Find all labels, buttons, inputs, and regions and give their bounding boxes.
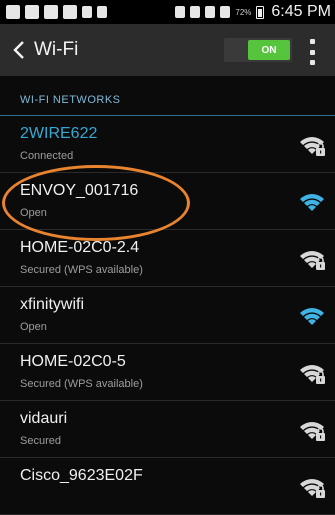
wifi-secured-icon <box>300 137 325 156</box>
lock-icon <box>316 370 325 384</box>
action-bar: Wi-Fi ON <box>0 24 335 76</box>
battery-percent: 72% <box>235 7 252 17</box>
lock-icon <box>316 256 325 270</box>
network-name: Cisco_9623E02F <box>20 467 143 484</box>
network-status: Connected <box>20 150 74 162</box>
network-name: ENVOY_001716 <box>20 182 139 199</box>
network-row-0[interactable]: 2WIRE622 Connected <box>0 116 335 173</box>
wifi-secured-icon <box>300 251 325 270</box>
notification-icon-1 <box>6 5 20 19</box>
network-name: HOME-02C0-2.4 <box>20 239 140 256</box>
network-row-3[interactable]: xfinitywifi Open <box>0 287 335 344</box>
section-header: WI-FI NETWORKS <box>0 76 335 116</box>
wifi-status-icon <box>205 6 216 18</box>
cell-signal-icon <box>220 6 231 18</box>
clock: 6:45 PM <box>271 3 331 20</box>
network-status: Secured (WPS available) <box>20 264 143 276</box>
network-list: 2WIRE622 Connected ENVOY_001716 Open HOM… <box>0 116 335 515</box>
network-row-2[interactable]: HOME-02C0-2.4 Secured (WPS available) <box>0 230 335 287</box>
network-row-6[interactable]: Cisco_9623E02F <box>0 458 335 515</box>
back-button[interactable] <box>8 39 30 61</box>
wifi-open-icon <box>300 308 324 325</box>
notification-icon-2 <box>25 5 39 19</box>
wifi-secured-icon <box>300 422 325 441</box>
shield-icon <box>97 6 107 18</box>
lock-icon <box>316 142 325 156</box>
wifi-secured-icon <box>300 479 325 498</box>
wifi-open-icon <box>300 194 324 211</box>
network-status: Secured <box>20 435 61 447</box>
overflow-menu-button[interactable] <box>306 39 318 65</box>
network-status: Open <box>20 207 47 219</box>
status-bar: 72% 6:45 PM <box>0 0 335 24</box>
network-status: Secured (WPS available) <box>20 378 143 390</box>
network-name: vidauri <box>20 410 68 427</box>
battery-icon <box>256 5 265 19</box>
notification-icon-3 <box>44 5 58 19</box>
dot <box>309 60 315 65</box>
lock-icon <box>316 427 325 441</box>
network-row-4[interactable]: HOME-02C0-5 Secured (WPS available) <box>0 344 335 401</box>
toggle-label: ON <box>248 40 290 60</box>
network-status: Open <box>20 321 47 333</box>
network-row-1[interactable]: ENVOY_001716 Open <box>0 165 335 241</box>
chevron-left-icon <box>13 41 24 59</box>
network-name: HOME-02C0-5 <box>20 353 126 370</box>
wifi-toggle[interactable]: ON <box>224 38 292 62</box>
nfc-icon <box>190 6 201 18</box>
network-row-5[interactable]: vidauri Secured <box>0 401 335 458</box>
dot <box>309 39 315 44</box>
wifi-secured-icon <box>300 365 325 384</box>
app-icon <box>82 6 92 18</box>
dot <box>309 49 315 55</box>
mail-icon <box>63 5 77 19</box>
network-name: 2WIRE622 <box>20 125 98 142</box>
page-title: Wi-Fi <box>34 39 79 60</box>
lock-icon <box>316 484 325 498</box>
bluetooth-icon <box>175 6 186 18</box>
network-name: xfinitywifi <box>20 296 85 313</box>
